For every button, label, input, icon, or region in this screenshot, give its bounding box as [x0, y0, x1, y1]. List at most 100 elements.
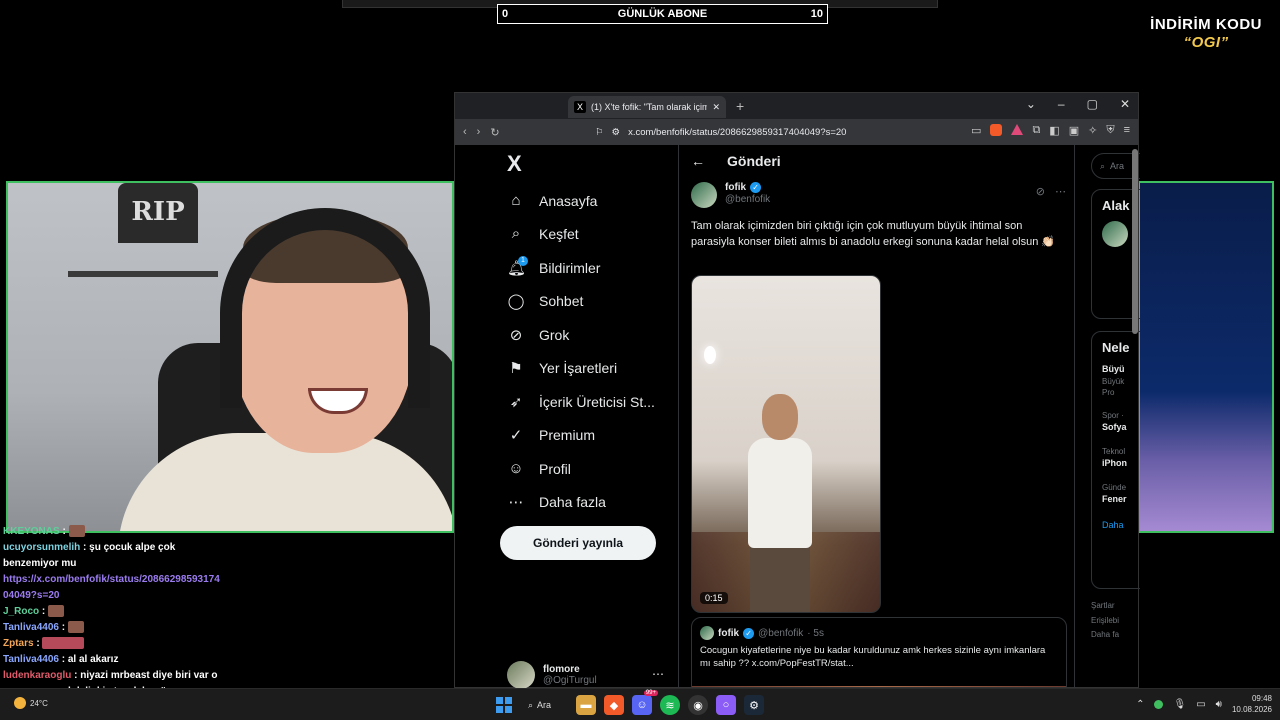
- footer-link[interactable]: Şartlar: [1091, 600, 1115, 611]
- subscriber-goal-bar: 0 GÜNLÜK ABONE 10: [497, 4, 828, 24]
- extensions-icon[interactable]: ⧉: [1032, 124, 1040, 137]
- browser-tab-active[interactable]: X (1) X'te fofik: "Tam olarak içimizden …: [568, 96, 726, 118]
- close-tab-icon[interactable]: ✕: [712, 102, 720, 113]
- account-switcher[interactable]: flomore @OgiTurgul: [507, 661, 597, 689]
- show-hidden-icons-chevron-icon[interactable]: ⌃: [1136, 699, 1144, 710]
- chat-username: Tanliva4406: [3, 622, 59, 633]
- trend-category: Spor ·: [1102, 411, 1124, 420]
- account-handle: @OgiTurgul: [543, 675, 597, 686]
- sub-goal-label: GÜNLÜK ABONE: [617, 8, 708, 20]
- back-button[interactable]: ‹: [463, 126, 467, 138]
- page-scrollbar[interactable]: [1132, 149, 1138, 334]
- bookmark-icon: ⚑: [509, 360, 523, 377]
- obs-icon[interactable]: ◉: [688, 695, 708, 715]
- grok-explain-icon[interactable]: ⊘: [1036, 185, 1045, 198]
- nav-item-creator-studio[interactable]: ➶ İçerik Üreticisi St...: [507, 393, 655, 411]
- post-more-icon[interactable]: ⋯: [1055, 185, 1066, 198]
- nav-item-explore[interactable]: ⌕ Keşfet: [507, 225, 579, 242]
- spotify-icon[interactable]: ≋: [660, 695, 680, 715]
- address-bar[interactable]: ⚐ ⚙︎ x.com/benfofik/status/2086629859317…: [595, 122, 975, 142]
- footer-link[interactable]: Daha fa: [1091, 629, 1119, 640]
- quote-author-handle: @benfofik: [758, 627, 804, 639]
- nav-label: Premium: [539, 427, 596, 443]
- weather-widget[interactable]: 24°C: [14, 697, 48, 709]
- status-indicator-icon[interactable]: [1154, 699, 1164, 709]
- post-author[interactable]: fofik ✓ @benfofik: [691, 182, 770, 208]
- nav-item-bookmarks[interactable]: ⚑ Yer İşaretleri: [507, 359, 617, 377]
- clock-date: 10.08.2026: [1231, 705, 1272, 714]
- discord-icon[interactable]: ☺ 99+: [632, 690, 658, 715]
- right-sidebar: ⌕ Ara Alak Nele Büyü Büyük Pro Spor · Sof…: [1075, 145, 1140, 687]
- quote-text: Cocugun kiyafetlerine niye bu kadar kuru…: [700, 645, 1046, 669]
- x-logo-icon[interactable]: X: [507, 151, 522, 177]
- video-duration: 0:15: [700, 592, 728, 604]
- site-settings-icon[interactable]: ⚙︎: [612, 127, 621, 138]
- clock[interactable]: 09:48 10.08.2026: [1232, 693, 1272, 715]
- nav-item-premium[interactable]: ✓ Premium: [507, 426, 595, 444]
- author-handle[interactable]: @benfofik: [725, 194, 770, 205]
- x-left-nav: X ⌂ Anasayfa ⌕ Keşfet 🔔︎ Bildirimler 1 ◯ Soh…: [455, 145, 679, 689]
- avatar[interactable]: [691, 182, 717, 208]
- brave-rewards-icon[interactable]: [1011, 124, 1024, 135]
- tab-list-chevron-icon[interactable]: ⌄: [1026, 97, 1036, 111]
- url-text[interactable]: x.com/benfofik/status/208662985931740404…: [628, 127, 846, 138]
- forward-button[interactable]: ›: [477, 126, 481, 138]
- trend-item[interactable]: Büyü: [1092, 363, 1140, 376]
- menu-icon[interactable]: ≡: [1124, 124, 1130, 137]
- chat-message: Zptars :: [3, 636, 223, 652]
- person-legs: [750, 544, 810, 612]
- chat-message: KKEYONAS :: [3, 524, 223, 540]
- wallet-icon[interactable]: ▣: [1069, 124, 1079, 137]
- reload-button[interactable]: ↻: [490, 126, 499, 139]
- premium-icon: ✓: [509, 427, 523, 444]
- chat-username: ludenkaraoglu: [3, 670, 72, 681]
- taskbar-search[interactable]: ⌕ Ara: [522, 695, 568, 715]
- bookmark-page-icon[interactable]: ⚐: [595, 127, 604, 138]
- nav-label: İçerik Üreticisi St...: [539, 394, 655, 410]
- nav-label: Bildirimler: [539, 260, 601, 276]
- post-video[interactable]: 0:15: [691, 275, 881, 613]
- file-explorer-icon[interactable]: ▬: [576, 695, 596, 715]
- notification-count-badge: 1: [518, 256, 528, 266]
- windows-taskbar: 24°C ⌕ Ara ▬ ◆ ☺ 99+ ≋ ◉ ○ ⚙︎ ⌃ 🎙︎ ▭ 🔊︎ 09…: [0, 688, 1280, 720]
- show-more-link[interactable]: Daha: [1092, 514, 1140, 536]
- leo-ai-icon[interactable]: ✧: [1088, 124, 1097, 137]
- sidebar-icon[interactable]: ◧: [1049, 124, 1059, 137]
- brave-shields-icon[interactable]: [990, 124, 1003, 136]
- brave-browser-icon[interactable]: ◆: [604, 695, 624, 715]
- quote-time: · 5s: [807, 627, 824, 639]
- chat-link[interactable]: https://x.com/benfofik/status/2086629859…: [3, 572, 223, 604]
- trend-item[interactable]: Fener: [1092, 493, 1140, 506]
- account-more-icon[interactable]: ⋯: [652, 667, 664, 681]
- avatar[interactable]: [1102, 221, 1128, 247]
- search-icon: ⌕: [528, 699, 534, 710]
- post-button[interactable]: Gönderi yayınla: [500, 526, 656, 560]
- twitch-studio-icon[interactable]: ○: [716, 695, 736, 715]
- minimize-button[interactable]: –: [1058, 97, 1065, 111]
- cast-icon[interactable]: ▭: [971, 124, 981, 137]
- chat-emote: [67, 621, 84, 634]
- nav-item-grok[interactable]: ⊘ Grok: [507, 326, 570, 344]
- verified-badge-icon: ✓: [750, 182, 762, 193]
- windows-start-icon[interactable]: [494, 695, 514, 715]
- nav-item-profile[interactable]: ☺ Profil: [507, 460, 571, 477]
- trend-item[interactable]: iPhon: [1092, 457, 1140, 470]
- chat-emote: [48, 605, 65, 618]
- new-tab-button[interactable]: +: [736, 98, 744, 114]
- nav-item-more[interactable]: ⋯ Daha fazla: [507, 493, 606, 511]
- close-window-button[interactable]: ✕: [1120, 97, 1130, 111]
- steam-icon[interactable]: ⚙︎: [744, 695, 764, 715]
- quote-author-name: fofik: [718, 627, 740, 639]
- footer-link[interactable]: Erişilebi: [1091, 615, 1119, 626]
- trend-item[interactable]: Sofya: [1092, 421, 1140, 434]
- maximize-button[interactable]: ▢: [1087, 97, 1098, 111]
- vpn-icon[interactable]: ⛨: [1106, 124, 1114, 137]
- nav-item-home[interactable]: ⌂ Anasayfa: [507, 192, 597, 209]
- nav-item-chat[interactable]: ◯ Sohbet: [507, 292, 584, 310]
- quoted-post[interactable]: fofik ✓ @benfofik · 5s Cocugun kiyafetle…: [691, 617, 1067, 687]
- network-icon[interactable]: ▭: [1196, 699, 1205, 710]
- back-arrow-icon[interactable]: ←: [691, 153, 705, 169]
- microphone-icon[interactable]: 🎙︎: [1173, 699, 1186, 710]
- volume-icon[interactable]: 🔊︎: [1216, 699, 1222, 710]
- author-name[interactable]: fofik: [725, 182, 746, 193]
